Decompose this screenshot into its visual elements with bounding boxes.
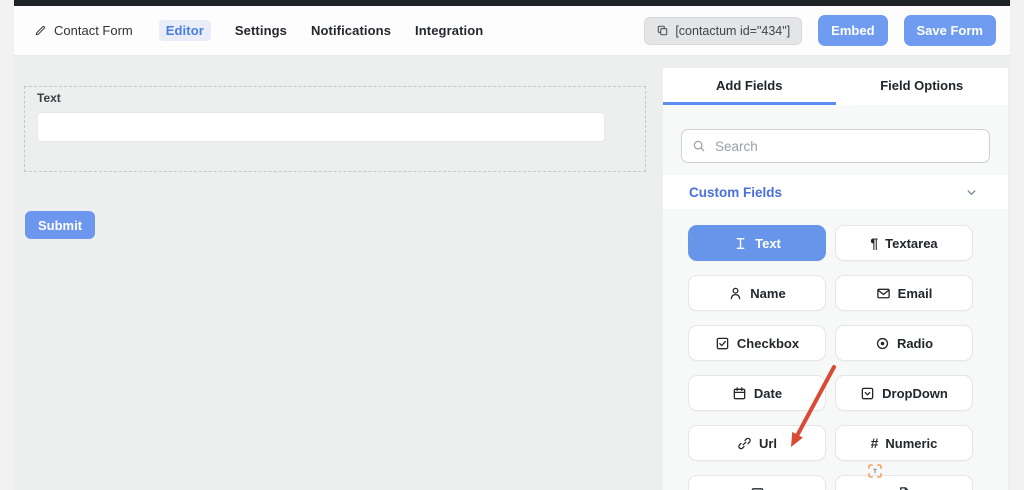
tab-notifications[interactable]: Notifications xyxy=(311,23,391,38)
search-input[interactable] xyxy=(713,138,979,155)
field-button-label: Date xyxy=(754,386,782,401)
text-field-input[interactable] xyxy=(37,112,605,142)
field-button-partial-10[interactable] xyxy=(688,475,826,490)
tab-settings[interactable]: Settings xyxy=(235,23,287,38)
search-input-box[interactable] xyxy=(681,129,990,163)
field-button-email[interactable]: Email xyxy=(835,275,973,311)
field-button-label: Checkbox xyxy=(737,336,799,351)
envelope-icon xyxy=(876,286,891,301)
field-button-dropdown[interactable]: DropDown xyxy=(835,375,973,411)
chevron-down-icon[interactable] xyxy=(965,186,978,199)
field-button-checkbox[interactable]: Checkbox xyxy=(688,325,826,361)
custom-fields-section-header[interactable]: Custom Fields xyxy=(663,175,1008,209)
copy-icon xyxy=(656,24,669,37)
pencil-icon xyxy=(34,24,47,37)
field-button-label: Name xyxy=(750,286,785,301)
hash-icon: # xyxy=(871,436,879,450)
radio-icon xyxy=(875,336,890,351)
field-button-name[interactable]: Name xyxy=(688,275,826,311)
field-button-date[interactable]: Date xyxy=(688,375,826,411)
tab-add-fields[interactable]: Add Fields xyxy=(663,68,836,105)
field-button-label: Textarea xyxy=(885,236,938,251)
field-button-label: Email xyxy=(898,286,933,301)
field-button-partial-11[interactable] xyxy=(835,475,973,490)
form-title: Contact Form xyxy=(34,23,133,38)
user-icon xyxy=(728,286,743,301)
tab-field-options[interactable]: Field Options xyxy=(836,68,1009,105)
embed-button[interactable]: Embed xyxy=(818,15,887,46)
header-tabs: Editor Settings Notifications Integratio… xyxy=(159,20,484,41)
image-icon xyxy=(750,486,765,490)
field-buttons-grid: Text ¶ Textarea Name Email Checkbox Radio Date D… xyxy=(688,225,973,490)
field-button-textarea[interactable]: ¶ Textarea xyxy=(835,225,973,261)
field-button-numeric[interactable]: # Numeric xyxy=(835,425,973,461)
field-button-label: Text xyxy=(755,236,781,251)
text-field-block[interactable]: Text xyxy=(24,86,646,172)
dropdown-icon xyxy=(860,386,875,401)
custom-fields-title: Custom Fields xyxy=(689,185,782,200)
search-area xyxy=(663,105,1008,163)
loader-marker-icon xyxy=(868,464,882,478)
builder-header: Contact Form Editor Settings Notificatio… xyxy=(14,6,1010,56)
submit-button[interactable]: Submit xyxy=(25,211,95,239)
field-button-text[interactable]: Text xyxy=(688,225,826,261)
save-form-button[interactable]: Save Form xyxy=(904,15,996,46)
sidebar-tabs: Add Fields Field Options xyxy=(663,68,1008,105)
tab-editor[interactable]: Editor xyxy=(159,20,211,41)
shortcode-text: [contactum id="434"] xyxy=(675,24,790,38)
field-button-label: Url xyxy=(759,436,777,451)
text-cursor-icon xyxy=(733,236,748,251)
file-icon xyxy=(897,486,912,490)
text-field-label: Text xyxy=(37,91,61,105)
field-button-radio[interactable]: Radio xyxy=(835,325,973,361)
form-title-label: Contact Form xyxy=(54,23,133,38)
checkbox-icon xyxy=(715,336,730,351)
calendar-icon xyxy=(732,386,747,401)
tab-integration[interactable]: Integration xyxy=(415,23,483,38)
field-button-label: DropDown xyxy=(882,386,948,401)
search-icon xyxy=(692,139,706,153)
pilcrow-icon: ¶ xyxy=(870,236,878,250)
form-builder-app: Contact Form Editor Settings Notificatio… xyxy=(0,0,1024,490)
fields-sidebar: Add Fields Field Options Custom Fields T… xyxy=(663,68,1008,490)
link-icon xyxy=(737,436,752,451)
header-actions: [contactum id="434"] Embed Save Form xyxy=(644,15,996,46)
shortcode-copy-button[interactable]: [contactum id="434"] xyxy=(644,17,802,45)
field-button-label: Radio xyxy=(897,336,933,351)
field-button-label: Numeric xyxy=(885,436,937,451)
field-button-url[interactable]: Url xyxy=(688,425,826,461)
